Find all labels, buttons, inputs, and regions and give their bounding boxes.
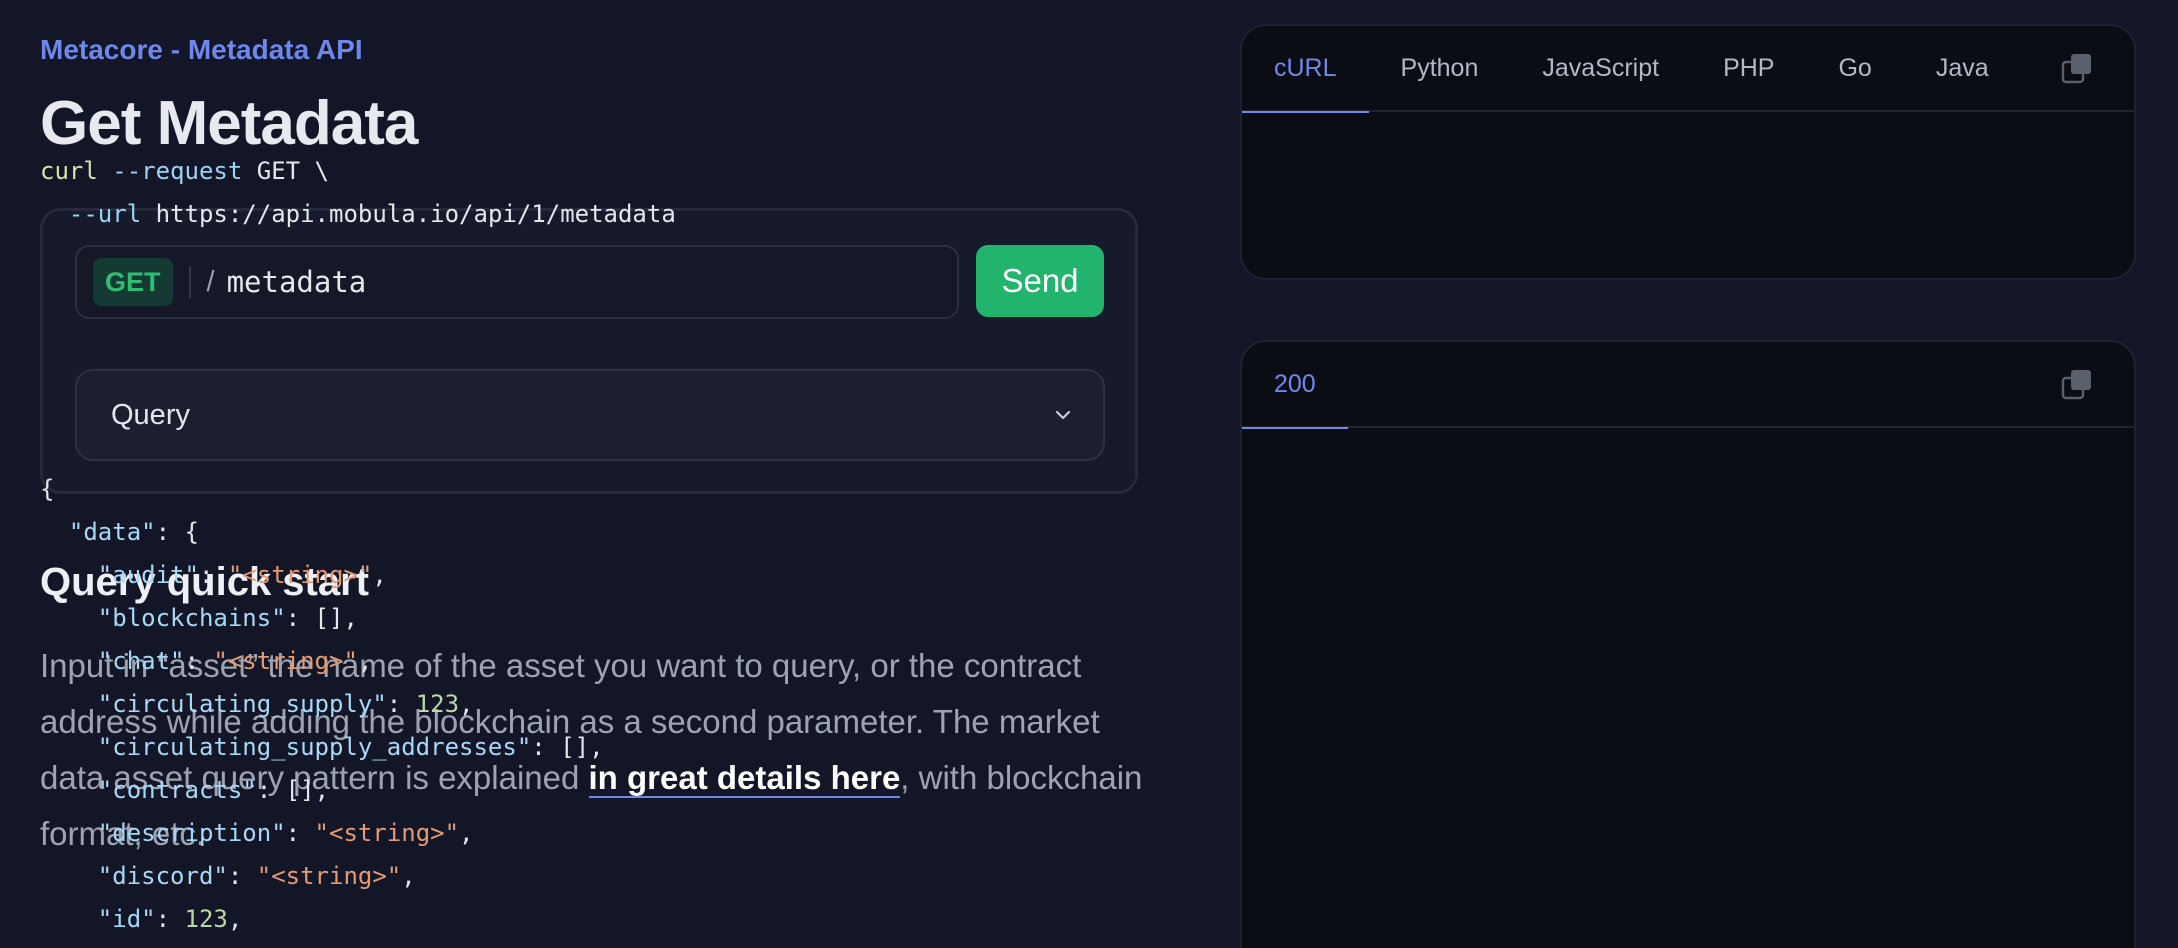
status-tabs: 200 bbox=[1242, 342, 2134, 429]
code-flag-url: --url bbox=[68, 200, 142, 228]
json-data-key: "data" bbox=[68, 518, 156, 546]
tab-java[interactable]: Java bbox=[1904, 26, 2021, 111]
json-value: 123 bbox=[184, 905, 228, 933]
json-key: "chat" bbox=[97, 647, 185, 675]
query-accordion-label: Query bbox=[111, 398, 190, 431]
method-badge: GET bbox=[93, 258, 173, 306]
tab-status-200[interactable]: 200 bbox=[1242, 342, 1348, 429]
json-value: 123 bbox=[415, 690, 460, 718]
code-command: curl bbox=[40, 157, 98, 185]
response-example-panel: 200 bbox=[1240, 340, 2136, 948]
tab-go[interactable]: Go bbox=[1806, 26, 1903, 111]
language-tabs: cURL Python JavaScript PHP Go Java bbox=[1242, 26, 2134, 113]
query-accordion[interactable]: Query bbox=[75, 369, 1105, 461]
tab-python[interactable]: Python bbox=[1369, 26, 1511, 111]
copy-icon[interactable] bbox=[2060, 52, 2094, 86]
code-flag-request: --request bbox=[112, 157, 243, 185]
page: Metacore - Metadata API Get Metadata GET… bbox=[0, 0, 2178, 948]
json-key: "contracts" bbox=[97, 776, 257, 804]
json-data-open: : { bbox=[155, 518, 199, 546]
copy-icon[interactable] bbox=[2060, 368, 2094, 402]
details-link[interactable]: in great details here bbox=[588, 759, 901, 798]
json-value: [] bbox=[285, 776, 315, 804]
json-key: "circulating_supply" bbox=[97, 690, 387, 718]
json-value: "<string>" bbox=[314, 819, 460, 847]
json-value: [] bbox=[314, 604, 344, 632]
api-playground: GET / metadata Send Query bbox=[40, 208, 1138, 494]
json-key: "discord" bbox=[97, 862, 228, 890]
method-divider bbox=[188, 266, 191, 298]
api-group-label: Metacore - Metadata API bbox=[40, 34, 363, 65]
page-title: Get Metadata bbox=[40, 89, 418, 158]
tab-javascript[interactable]: JavaScript bbox=[1510, 26, 1691, 111]
json-key: "audit" bbox=[97, 561, 199, 589]
json-key: "blockchains" bbox=[97, 604, 286, 632]
json-value: [] bbox=[560, 733, 590, 761]
json-open-brace: { bbox=[40, 475, 55, 503]
tab-curl[interactable]: cURL bbox=[1242, 26, 1369, 113]
json-value: "<string>" bbox=[227, 561, 373, 589]
send-button[interactable]: Send bbox=[976, 245, 1104, 317]
response-code-block: { "data": { "audit": "<string>", "blockc… bbox=[40, 475, 604, 933]
chevron-down-icon bbox=[1055, 410, 1071, 420]
code-method: GET \ bbox=[242, 157, 329, 185]
json-key: "id" bbox=[97, 905, 156, 933]
json-value: "<string>" bbox=[213, 647, 358, 675]
code-url: https://api.mobula.io/api/1/metadata bbox=[155, 200, 676, 228]
json-key: "circulating_supply_addresses" bbox=[97, 733, 532, 761]
request-code-block: curl --request GET \ --url https://api.m… bbox=[40, 150, 676, 236]
endpoint-path: metadata bbox=[226, 265, 367, 299]
tab-php[interactable]: PHP bbox=[1691, 26, 1806, 111]
path-slash: / bbox=[206, 265, 215, 298]
endpoint-url-bar[interactable]: GET / metadata bbox=[75, 245, 959, 319]
request-example-panel: cURL Python JavaScript PHP Go Java bbox=[1240, 24, 2136, 280]
json-key: "description" bbox=[97, 819, 286, 847]
json-value: "<string>" bbox=[256, 862, 402, 890]
